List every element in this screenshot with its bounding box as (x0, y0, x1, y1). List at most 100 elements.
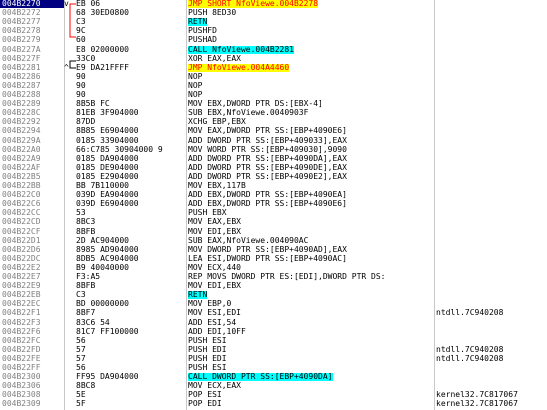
instruction-text: ADD EBX,DWORD PTR SS:[EBP+4090EA] (188, 191, 347, 200)
disasm-row[interactable]: 004B22F6 81C7 FF100000 ADD EDI,10FF (0, 328, 547, 336)
comment (436, 36, 547, 44)
hex-dump: 8BFB (76, 227, 96, 236)
disassembly: RETN (188, 291, 434, 300)
instruction-text: MOV EDI,EBX (188, 227, 241, 236)
disasm-row[interactable]: 004B22C0 039D EA904000 ADD EBX,DWORD PTR S… (0, 191, 547, 199)
disasm-row[interactable]: 004B2277 C3 RETN (0, 18, 547, 27)
disasm-row[interactable]: 004B2306 8BC8 MOV ECX,EAX (0, 382, 547, 390)
disasm-row[interactable]: 004B2300 FF95 DA904000 CALL DWORD PTR SS:[… (0, 373, 547, 382)
disassembly: ADD DWORD PTR SS:[EBP+409033],EAX (188, 137, 434, 145)
hex-dump: 56 (76, 364, 86, 372)
hex-dump: 60 (76, 36, 86, 45)
disasm-row[interactable]: 004B22C6 039D E6904000 ADD EBX,DWORD PTR S… (0, 200, 547, 208)
disassembly: CALL DWORD PTR SS:[EBP+4090DA] (188, 373, 434, 382)
disasm-row[interactable]: 004B22A9 0185 DA904000 ADD DWORD PTR SS:[E… (0, 155, 547, 163)
disasm-row[interactable]: 004B2309 5F POP EDI kernel32.7C817067 (0, 400, 547, 408)
disasm-row[interactable]: 004B22D6 8985 AD904000 MOV DWORD PTR SS:[E… (0, 246, 547, 254)
disasm-row[interactable]: 004B22EB C3 RETN (0, 291, 547, 300)
address: 004B2292 (2, 118, 41, 127)
disasm-row[interactable]: 004B22E9 8BFB MOV EDI,EBX (0, 282, 547, 290)
disassembly: MOV EDI,EBX (188, 282, 434, 290)
instruction-text: ADD ESI,54 (188, 318, 237, 327)
hex-dump: 87DD (76, 118, 96, 127)
disassembly: XCHG EBP,EBX (188, 118, 434, 126)
disasm-row[interactable]: 004B2294 8B85 E6904000 MOV EAX,DWORD PTR S… (0, 127, 547, 135)
jump-marker (64, 182, 74, 190)
disassembly-pane[interactable]: 004B2270 v EB 06 JMP SHORT NfoViewe.004B227… (0, 0, 547, 410)
disasm-row[interactable]: 004B22AF 0185 DE904000 ADD DWORD PTR SS:[E… (0, 164, 547, 172)
comment (436, 0, 547, 8)
disasm-row[interactable]: 004B2292 87DD XCHG EBP,EBX (0, 118, 547, 126)
instruction-text: ADD DWORD PTR SS:[EBP+409033],EAX (188, 136, 347, 145)
disasm-row[interactable]: 004B2272 68 30ED0800 PUSH 8ED30 (0, 9, 547, 17)
disasm-row[interactable]: 004B22B5 0185 E2904000 ADD DWORD PTR SS:[E… (0, 173, 547, 181)
disasm-row[interactable]: 004B22A0 66:C785 30904000 9 MOV WORD PTR S… (0, 146, 547, 154)
disasm-row[interactable]: 004B22CC 53 PUSH EBX (0, 209, 547, 217)
disasm-row[interactable]: 004B22F3 83C6 54 ADD ESI,54 (0, 319, 547, 327)
disassembly: SUB EBX,NfoViewe.0040903F (188, 109, 434, 117)
disasm-row[interactable]: 004B22D1 2D AC904000 SUB EAX,NfoViewe.0040… (0, 237, 547, 245)
address: 004B22CD (2, 218, 41, 227)
hex-dump: BD 00000000 (76, 300, 129, 309)
disasm-row[interactable]: 004B22CF 8BFB MOV EDI,EBX (0, 228, 547, 236)
disasm-row[interactable]: 004B22E2 B9 40040000 MOV ECX,440 (0, 264, 547, 272)
disasm-row[interactable]: 004B22FE 57 PUSH EDI ntdll.7C940208 (0, 355, 547, 363)
disasm-row[interactable]: 004B227F 33C0 XOR EAX,EAX (0, 55, 547, 63)
address: 004B2270 (0, 0, 64, 8)
instruction-text: ADD EDI,10FF (188, 327, 246, 336)
address: 004B22F6 (2, 327, 41, 336)
disasm-row[interactable]: 004B22CD 8BC3 MOV EAX,EBX (0, 218, 547, 226)
jump-marker (64, 273, 74, 281)
address: 004B22F3 (2, 318, 41, 327)
address: 004B2286 (2, 72, 41, 81)
jump-marker (64, 291, 74, 299)
jump-marker (64, 36, 74, 44)
comment (436, 46, 547, 54)
instruction-text: LEA ESI,DWORD PTR SS:[EBP+4090AC] (188, 254, 347, 263)
jump-marker (64, 209, 74, 217)
address: 004B22EB (2, 291, 41, 300)
hex-dump: 5E (76, 391, 86, 400)
disassembly: MOV ECX,440 (188, 264, 434, 272)
disasm-row[interactable]: 004B2289 8B5B FC MOV EBX,DWORD PTR DS:[EBX… (0, 100, 547, 108)
disasm-row[interactable]: 004B2279 60 PUSHAD (0, 36, 547, 44)
instruction-text: MOV ECX,EAX (188, 382, 241, 391)
disassembly: MOV EBX,117B (188, 182, 434, 190)
comment (436, 146, 547, 154)
comment (436, 282, 547, 290)
instruction-text: SUB EBX,NfoViewe.0040903F (188, 109, 309, 118)
disasm-row[interactable]: 004B2286 90 NOP (0, 73, 547, 81)
disasm-row[interactable]: 004B22F1 8BF7 MOV ESI,EDI ntdll.7C940208 (0, 309, 547, 317)
instruction-text: CALL NfoViewe.004B2281 (188, 45, 294, 54)
disassembly: MOV EAX,DWORD PTR SS:[EBP+4090E6] (188, 127, 434, 135)
comment (436, 237, 547, 245)
address: 004B22A9 (2, 154, 41, 163)
comment (436, 382, 547, 390)
disasm-row[interactable]: 004B22FD 57 PUSH EDI ntdll.7C940208 (0, 346, 547, 354)
disasm-row[interactable]: 004B22BB BB 7B110000 MOV EBX,117B (0, 182, 547, 190)
disasm-row[interactable]: 004B228C 81EB 3F904000 SUB EBX,NfoViewe.00… (0, 109, 547, 117)
disassembly: PUSH 8ED30 (188, 9, 434, 17)
disasm-row[interactable]: 004B229A 0185 33904000 ADD DWORD PTR SS:[E… (0, 137, 547, 145)
disasm-row[interactable]: 004B2278 9C PUSHFD (0, 27, 547, 35)
address: 004B22B5 (2, 172, 41, 181)
disasm-row[interactable]: 004B22FC 56 PUSH ESI (0, 337, 547, 345)
disassembly: JMP NfoViewe.004A4460 (188, 63, 434, 72)
instruction-text: PUSH EBX (188, 209, 227, 218)
address: 004B22A0 (2, 145, 41, 154)
disasm-row[interactable]: 004B2281 ^ E9 DA21FFFF JMP NfoViewe.004A446… (0, 63, 547, 72)
disasm-row[interactable]: 004B2308 5E POP ESI kernel32.7C817067 (0, 391, 547, 399)
jump-marker (64, 364, 74, 372)
disasm-row[interactable]: 004B22DC 8DB5 AC904000 LEA ESI,DWORD PTR S… (0, 255, 547, 263)
disasm-row[interactable]: 004B22EC BD 00000000 MOV EBP,0 (0, 300, 547, 308)
disasm-row[interactable]: 004B2288 90 NOP (0, 91, 547, 99)
instruction-text: POP EDI (188, 400, 222, 409)
instruction-text: REP MOVS DWORD PTR ES:[EDI],DWORD PTR DS… (188, 273, 386, 281)
disasm-row[interactable]: 004B22E7 F3:A5 REP MOVS DWORD PTR ES:[EDI]… (0, 273, 547, 281)
disasm-row[interactable]: 004B2287 90 NOP (0, 82, 547, 90)
disasm-row[interactable]: 004B2270 v EB 06 JMP SHORT NfoViewe.004B227… (0, 0, 547, 8)
disassembly: ADD DWORD PTR SS:[EBP+4090DE],EAX (188, 164, 434, 172)
disasm-row[interactable]: 004B22FF 56 PUSH ESI (0, 364, 547, 372)
disasm-row[interactable]: 004B227A E8 02000000 CALL NfoViewe.004B228… (0, 45, 547, 54)
jump-marker (64, 109, 74, 117)
